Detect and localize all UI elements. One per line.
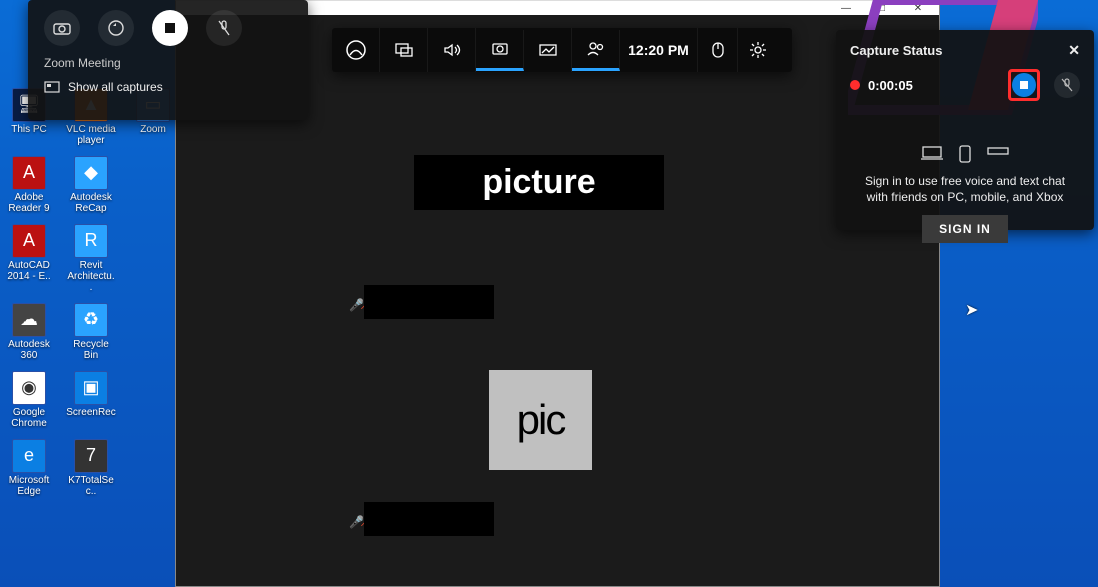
signin-button[interactable]: SIGN IN	[922, 215, 1008, 243]
record-last-button[interactable]	[98, 10, 134, 46]
xbox-social-button[interactable]	[572, 30, 620, 71]
show-all-captures-link[interactable]: Show all captures	[28, 72, 308, 102]
mic-toggle-button[interactable]	[1054, 72, 1080, 98]
mic-off-icon	[1061, 77, 1073, 93]
console-icon	[987, 145, 1009, 157]
desktop-icon-chrome[interactable]: ◉Google Chrome	[4, 371, 54, 429]
participant-tile-4[interactable]	[364, 502, 494, 536]
mouse-cursor-icon: ➤	[965, 300, 978, 320]
settings-button[interactable]	[738, 28, 778, 72]
maximize-button[interactable]: □	[869, 3, 895, 14]
pc-icon	[921, 145, 943, 161]
gear-icon	[749, 41, 767, 59]
desktop-icon-recap[interactable]: ◆Autodesk ReCap	[66, 156, 116, 214]
minimize-button[interactable]: —	[833, 3, 859, 14]
desktop-icon-autodesk360[interactable]: ☁Autodesk 360	[4, 303, 54, 361]
desktop-icon-autocad[interactable]: AAutoCAD 2014 - E..	[4, 224, 54, 293]
capture-icon	[491, 41, 509, 57]
recording-elapsed: 0:00:05	[868, 78, 913, 93]
replay-icon	[107, 19, 125, 37]
participant-tile-2[interactable]	[364, 285, 494, 319]
desktop-icon-edge[interactable]: eMicrosoft Edge	[4, 439, 54, 497]
close-icon[interactable]: ✕	[1068, 42, 1080, 59]
speaker-icon	[442, 42, 462, 58]
stop-record-button[interactable]	[152, 10, 188, 46]
gamebar-clock: 12:20 PM	[620, 28, 698, 72]
show-all-captures-label: Show all captures	[68, 80, 163, 94]
audio-button[interactable]	[428, 28, 476, 72]
desktop-icon-revit[interactable]: RRevit Architectu..	[66, 224, 116, 293]
participant-tile-1[interactable]: picture	[414, 155, 664, 210]
mobile-icon	[959, 145, 971, 163]
gallery-icon	[44, 81, 60, 93]
stop-recording-button[interactable]	[1008, 69, 1040, 101]
stop-icon	[1020, 81, 1028, 89]
capture-widget-button[interactable]	[476, 30, 524, 71]
xbox-button[interactable]	[332, 28, 380, 72]
performance-icon	[538, 43, 558, 57]
broadcast-button[interactable]	[380, 28, 428, 72]
xbox-icon	[346, 40, 366, 60]
capture-status-title: Capture Status	[850, 43, 942, 58]
participant-tile-3[interactable]: pic	[489, 370, 592, 470]
stop-icon	[165, 23, 175, 33]
performance-button[interactable]	[524, 28, 572, 72]
device-icons	[850, 145, 1080, 163]
gamebar-toolbar: 12:20 PM	[332, 28, 792, 72]
people-icon	[586, 41, 606, 57]
mouse-indicator[interactable]	[698, 28, 738, 72]
widgets-icon	[394, 42, 414, 58]
capture-status-panel: Capture Status ✕ 0:00:05 Sign in to use …	[836, 30, 1094, 230]
mute-icon: 🎤̷	[349, 515, 361, 527]
mic-toggle-button[interactable]	[206, 10, 242, 46]
desktop-icon-screenrec[interactable]: ▣ScreenRec	[66, 371, 116, 429]
mic-off-icon	[217, 19, 231, 37]
gamebar-app-title: Zoom Meeting	[28, 52, 308, 72]
close-button[interactable]: ✕	[905, 3, 931, 14]
camera-icon	[53, 21, 71, 35]
signin-message: Sign in to use free voice and text chat …	[850, 173, 1080, 205]
desktop-icon-k7[interactable]: 7K7TotalSec..	[66, 439, 116, 497]
screenshot-button[interactable]	[44, 10, 80, 46]
desktop-icon-recycle-bin[interactable]: ♻Recycle Bin	[66, 303, 116, 361]
desktop-icons: 🖥This PC ▲VLC media player ▭Zoom AAdobe …	[4, 88, 178, 497]
gamebar-capture-panel: Zoom Meeting Show all captures	[28, 0, 308, 120]
desktop-icon-adobe-reader[interactable]: AAdobe Reader 9	[4, 156, 54, 214]
mouse-icon	[711, 41, 725, 59]
mute-icon: 🎤̷	[349, 298, 361, 310]
recording-indicator-icon	[850, 80, 860, 90]
